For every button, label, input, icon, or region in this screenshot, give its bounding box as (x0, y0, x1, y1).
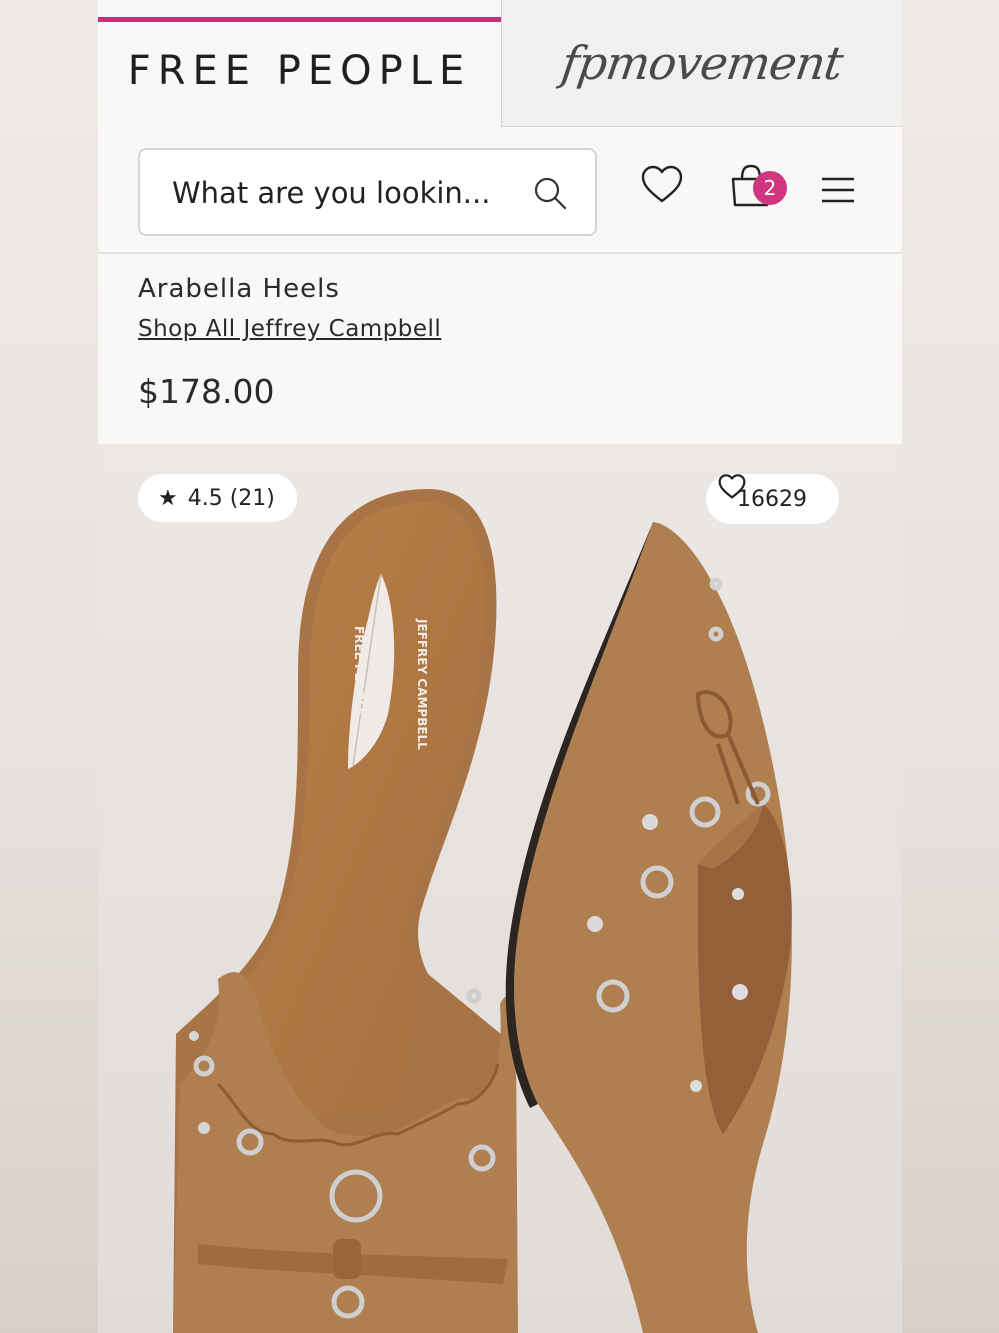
product-info: Arabella Heels Shop All Jeffrey Campbell… (98, 254, 902, 444)
product-title: Arabella Heels (138, 274, 340, 304)
site-header: 2 (98, 127, 902, 254)
free-people-logo: FREE PEOPLE (127, 47, 472, 94)
likes-count: 16629 (737, 486, 807, 512)
tab-free-people[interactable]: FREE PEOPLE (98, 17, 501, 127)
wishlist-heart-icon[interactable] (641, 165, 683, 205)
brand-tabs: FREE PEOPLE fpmovement (98, 0, 902, 127)
rating-value: 4.5 (21) (187, 485, 275, 511)
tab-fp-movement[interactable]: fpmovement (501, 0, 902, 127)
product-page: FREE PEOPLE fpmovement 2 Arabella He (98, 0, 902, 1333)
likes-badge[interactable]: 16629 (706, 474, 839, 524)
product-image[interactable]: JEFFREY CAMPBELL FREE PEOPLE ★ 4.5 (21) … (98, 444, 902, 1333)
rating-badge[interactable]: ★ 4.5 (21) (138, 474, 297, 522)
shop-brand-link[interactable]: Shop All Jeffrey Campbell (138, 316, 441, 342)
cart-count-badge: 2 (753, 171, 787, 205)
insole-brand-text-2: FREE PEOPLE (352, 626, 366, 716)
product-price: $178.00 (138, 372, 275, 411)
background-blur-left (0, 0, 98, 1333)
search-box[interactable] (138, 148, 597, 236)
search-icon[interactable] (533, 176, 567, 210)
background-blur-right (902, 0, 999, 1333)
hamburger-menu-icon[interactable] (821, 177, 855, 203)
heart-icon (718, 474, 746, 499)
shoe-photo: JEFFREY CAMPBELL FREE PEOPLE (98, 444, 902, 1333)
search-input[interactable] (170, 168, 514, 218)
fp-movement-logo: fpmovement (558, 36, 846, 90)
star-icon: ★ (158, 485, 178, 511)
insole-brand-text: JEFFREY CAMPBELL (415, 618, 429, 750)
